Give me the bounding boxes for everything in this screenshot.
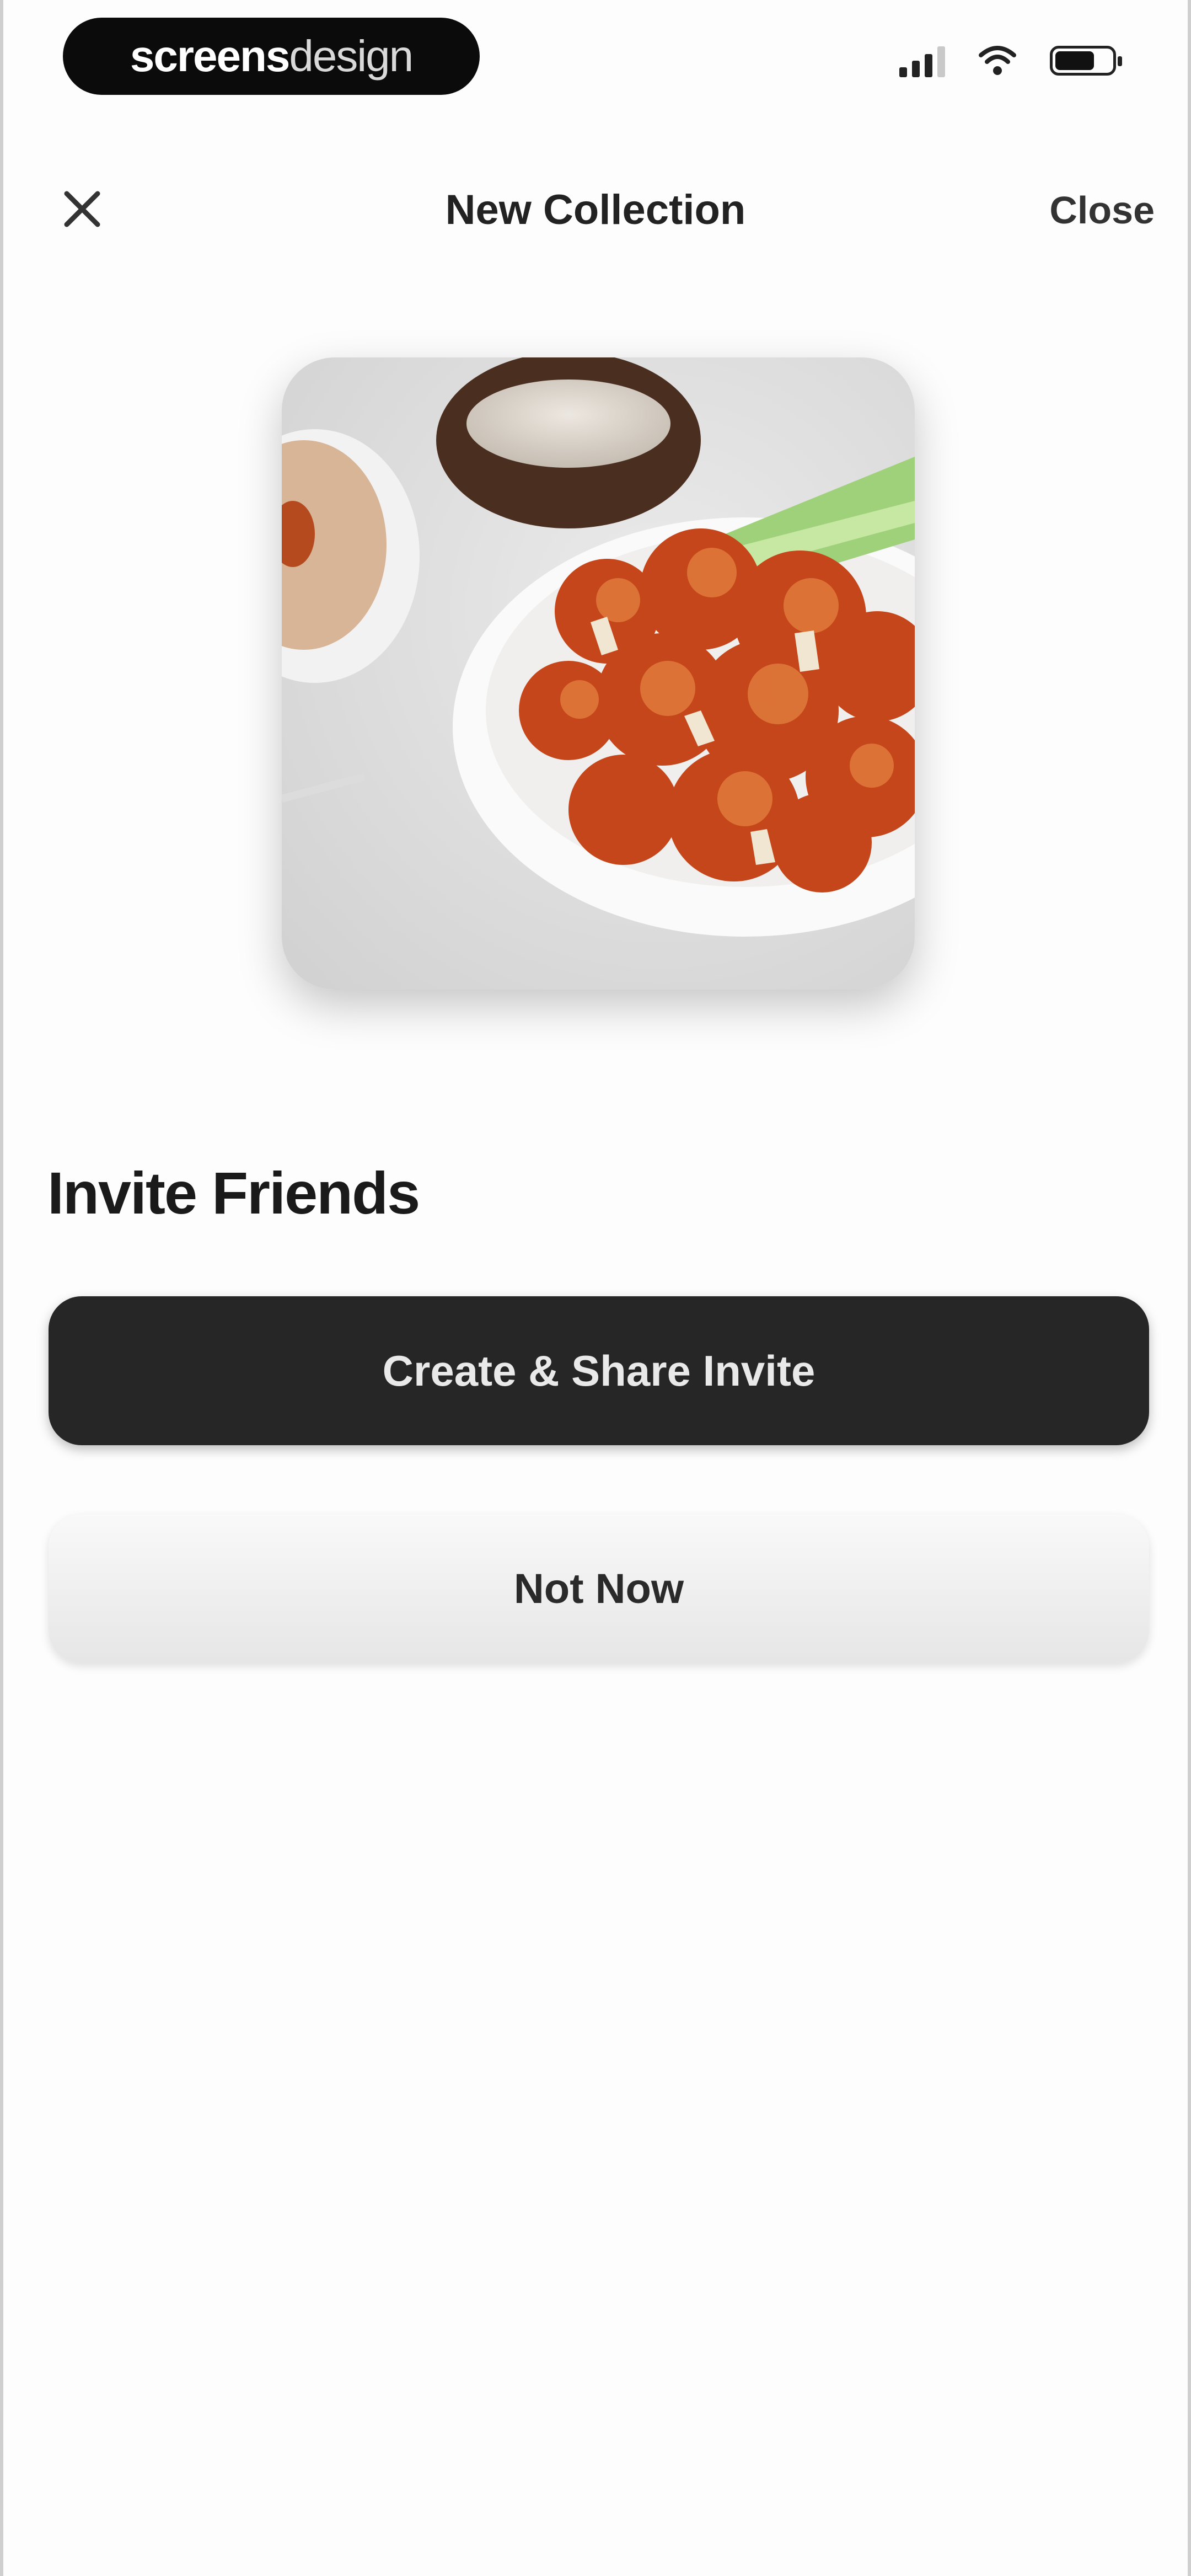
battery-icon: [1050, 46, 1122, 76]
create-share-invite-button[interactable]: Create & Share Invite: [49, 1296, 1149, 1445]
watermark-text-bold: screens: [130, 31, 290, 81]
invite-friends-heading: Invite Friends: [47, 1159, 420, 1226]
app-screen: screens design New Collection Close Invi…: [0, 0, 1191, 2576]
not-now-button[interactable]: Not Now: [49, 1514, 1149, 1663]
close-button[interactable]: Close: [1049, 185, 1155, 235]
watermark-text-light: design: [289, 31, 414, 81]
status-bar: [899, 44, 1122, 77]
watermark-badge: screens design: [63, 18, 480, 95]
signal-bars-icon: [899, 44, 945, 77]
wifi-icon: [979, 46, 1016, 75]
page-title: New Collection: [445, 186, 746, 233]
collection-cover-image: [282, 357, 915, 990]
